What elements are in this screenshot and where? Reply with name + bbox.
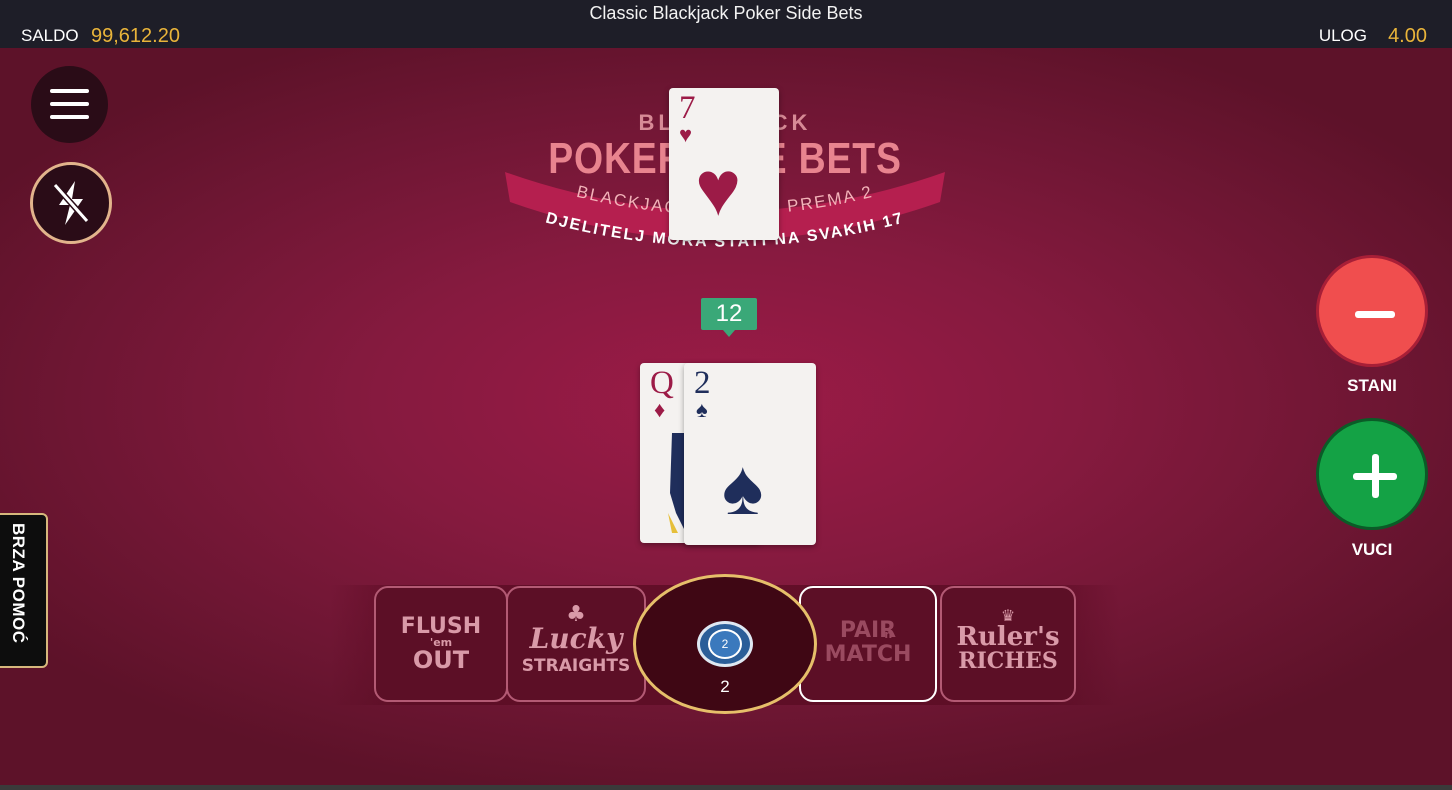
top-bar: Classic Blackjack Poker Side Bets SALDO …: [0, 0, 1452, 48]
player-hand-total: 12: [701, 298, 757, 337]
player-card: 2 ♠ ♠: [684, 363, 816, 545]
side-bet-label: OUT: [412, 646, 470, 674]
hamburger-menu-icon: [50, 115, 89, 119]
side-bet-rulers-riches[interactable]: ♛ Ruler's RICHES: [940, 586, 1076, 702]
queen-artwork: [668, 433, 686, 533]
minus-icon: [1355, 311, 1395, 318]
side-bet-label: PAIR: [839, 618, 897, 643]
balance-value: 99,612.20: [91, 25, 180, 47]
spade-icon: ♠: [722, 444, 764, 531]
chip-value: 2: [708, 629, 742, 659]
heart-icon: ♥: [695, 145, 742, 232]
game-title: Classic Blackjack Poker Side Bets: [589, 3, 863, 23]
hit-label: VUCI: [1351, 540, 1393, 559]
quick-help-tab[interactable]: BRZA POMOĆ: [0, 513, 48, 668]
side-bet-pair-n-match[interactable]: PAIR 'n MATCH: [799, 586, 937, 702]
bet-label: ULOG: [1318, 26, 1367, 45]
balance-label: SALDO: [21, 26, 79, 45]
side-bet-label: STRAIGHTS: [521, 656, 631, 676]
bet-value: 4.00: [1388, 25, 1427, 47]
side-bet-label: RICHES: [958, 648, 1058, 674]
stand-label: STANI: [1347, 376, 1397, 395]
heart-icon: ♥: [679, 122, 693, 147]
menu-button[interactable]: [31, 66, 108, 143]
turbo-off-icon: [52, 181, 90, 225]
stand-button[interactable]: [1316, 255, 1428, 367]
bet-chip: 2: [697, 621, 753, 667]
side-bet-lucky-straights[interactable]: ♣ Lucky STRAIGHTS: [506, 586, 646, 702]
bottom-strip: [0, 785, 1452, 790]
spade-icon: ♠: [696, 397, 708, 422]
quick-help-label: BRZA POMOĆ: [9, 523, 28, 644]
dealer-card: 7 ♥ ♥: [669, 88, 779, 240]
hamburger-menu-icon: [50, 102, 89, 106]
side-bet-label: Lucky: [529, 622, 623, 655]
main-bet-amount: 2: [720, 677, 730, 696]
main-bet-spot[interactable]: 2 2: [633, 574, 817, 714]
hit-button[interactable]: [1316, 418, 1428, 530]
turbo-toggle-button[interactable]: [30, 162, 112, 244]
side-bet-label: 'n: [881, 628, 893, 641]
side-bet-flush-em-out[interactable]: FLUSH 'em OUT: [374, 586, 508, 702]
hamburger-menu-icon: [50, 89, 89, 93]
diamond-icon: ♦: [654, 397, 666, 422]
side-bet-label: MATCH: [824, 642, 912, 667]
plus-icon: [1372, 454, 1379, 498]
